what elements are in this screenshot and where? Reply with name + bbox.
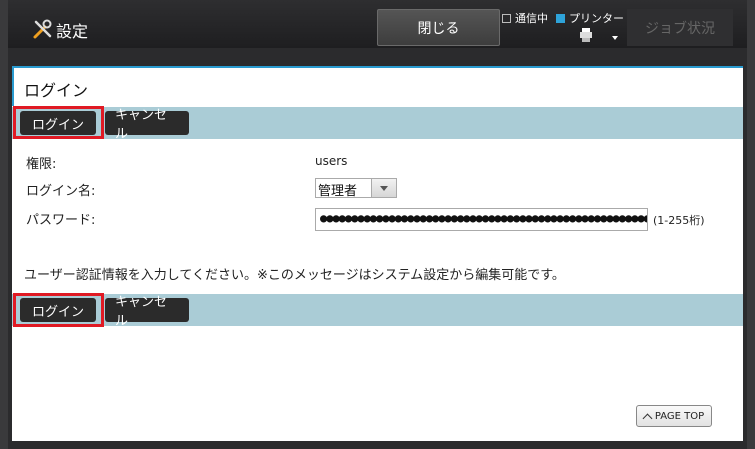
printer-icon[interactable] <box>578 27 594 43</box>
dropdown-button[interactable] <box>371 179 396 197</box>
tools-icon <box>33 19 52 39</box>
page-title: ログイン <box>24 81 89 100</box>
chevron-down-icon[interactable] <box>612 36 618 40</box>
chevron-down-icon <box>380 186 388 191</box>
highlight-box <box>13 106 104 139</box>
cancel-button[interactable]: キャンセル <box>105 108 189 142</box>
close-button[interactable]: 閉じる <box>377 9 500 46</box>
printer-status: プリンター <box>556 10 624 26</box>
login-name-select[interactable]: 管理者 <box>315 178 397 199</box>
password-hint: (1-255桁) <box>653 214 705 227</box>
login-name-label: ログイン名: <box>26 184 96 199</box>
authority-label: 権限: <box>26 157 57 172</box>
page-top-label: PAGE TOP <box>654 410 705 422</box>
header-bar: 設定 閉じる 通信中 プリンター ジョブ状況 <box>8 0 747 48</box>
authority-value: users <box>315 154 348 168</box>
printer-indicator-icon <box>556 13 565 23</box>
password-field[interactable]: ●●●●●●●●●●●●●●●●●●●●●●●●●●●●●●●●●●●●●●●●… <box>315 208 648 231</box>
highlight-box-bottom <box>13 293 104 327</box>
action-bar-top: ログイン キャンセル <box>12 107 743 142</box>
printer-status-label: プリンター <box>569 12 624 25</box>
comm-status-label: 通信中 <box>515 12 548 25</box>
action-bar-bottom: ログイン キャンセル <box>12 294 743 329</box>
page-top-button[interactable]: PAGE TOP <box>636 405 712 427</box>
app-title: 設定 <box>56 22 89 41</box>
main-content: ログイン ログイン キャンセル 権限: users ログイン名: 管理者 パスワ… <box>12 66 743 441</box>
comm-status: 通信中 <box>502 10 548 26</box>
info-message: ユーザー認証情報を入力してください。※このメッセージはシステム設定から編集可能で… <box>24 268 565 283</box>
app-frame: 設定 閉じる 通信中 プリンター ジョブ状況 ログイン ログイン キャンセル 権… <box>8 0 747 449</box>
accent-line <box>12 66 743 68</box>
job-status-button[interactable]: ジョブ状況 <box>627 9 733 46</box>
comm-indicator-icon <box>502 13 511 23</box>
chevron-up-icon <box>642 413 653 423</box>
login-name-value: 管理者 <box>318 184 358 199</box>
accent-line-left <box>12 66 14 106</box>
cancel-button-bottom[interactable]: キャンセル <box>105 295 189 329</box>
password-label: パスワード: <box>26 213 96 228</box>
